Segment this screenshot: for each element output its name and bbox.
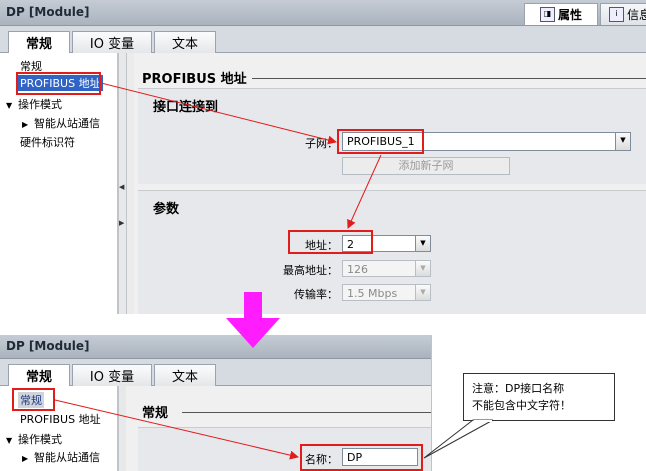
top-inspector-window: DP [Module] ◨ 属性 i 信息 常规 IO 变量 文本 常规 PRO…: [0, 0, 646, 314]
callout-line-1: 注意：DP接口名称: [472, 382, 565, 395]
nav-splitter[interactable]: [118, 386, 126, 471]
section-title: PROFIBUS 地址: [142, 72, 247, 87]
callout-line-2: 不能包含中文字符！: [472, 399, 571, 412]
warning-callout: 注意：DP接口名称 不能包含中文字符！: [463, 373, 615, 421]
tab-io-tags[interactable]: IO 变量: [72, 364, 152, 386]
window-title: DP [Module]: [6, 5, 90, 19]
expand-down-icon[interactable]: ▼: [6, 436, 18, 445]
info-icon: i: [608, 7, 624, 22]
tab-properties-label: 属性: [557, 8, 582, 22]
expand-right-icon[interactable]: ▶: [119, 219, 124, 227]
highest-address-label: 最高地址：: [283, 264, 338, 277]
expand-right-icon[interactable]: ▶: [22, 120, 34, 129]
section-divider: [182, 412, 431, 413]
nav-item-label: 操作模式: [18, 98, 62, 111]
nav-item-label: 智能从站通信: [34, 451, 100, 464]
tab-properties[interactable]: ◨ 属性: [524, 3, 598, 25]
highlight-box-address: [288, 230, 373, 254]
properties-icon: ◨: [539, 7, 555, 22]
nav-item-intelligent-slave[interactable]: ▶ 智能从站通信: [22, 115, 100, 131]
nav-item-profibus-address[interactable]: PROFIBUS 地址: [20, 411, 101, 427]
tab-general[interactable]: 常规: [8, 31, 70, 53]
window-titlebar: DP [Module]: [0, 335, 431, 359]
nav-item-label: 智能从站通信: [34, 117, 100, 130]
tab-info[interactable]: i 信息: [600, 3, 646, 25]
window-title: DP [Module]: [6, 339, 90, 353]
tab-texts[interactable]: 文本: [154, 31, 216, 53]
subnet-label: 子网：: [305, 137, 338, 150]
section-divider: [252, 78, 646, 79]
tab-io-tags[interactable]: IO 变量: [72, 31, 152, 53]
nav-item-operating-mode[interactable]: ▼ 操作模式: [6, 431, 62, 447]
window-titlebar: DP [Module] ◨ 属性 i 信息: [0, 0, 646, 26]
dropdown-arrow-icon: ▼: [415, 260, 431, 277]
nav-item-operating-mode[interactable]: ▼ 操作模式: [6, 96, 62, 112]
highlight-box-name: [300, 444, 423, 471]
nav-splitter[interactable]: ◀ ▶: [118, 53, 126, 314]
expand-right-icon[interactable]: ▶: [22, 454, 34, 463]
dropdown-arrow-icon[interactable]: ▼: [615, 132, 631, 151]
nav-item-label: 操作模式: [18, 433, 62, 446]
dropdown-arrow-icon[interactable]: ▼: [415, 235, 431, 252]
highlight-box-profibus-nav: [16, 72, 101, 95]
tab-texts[interactable]: 文本: [154, 364, 216, 386]
callout-pointer: [423, 419, 494, 459]
tab-info-label: 信息: [626, 8, 646, 22]
highlight-box-subnet: [337, 129, 424, 154]
section-title: 常规: [142, 406, 169, 421]
nav-item-intelligent-slave[interactable]: ▶ 智能从站通信: [22, 449, 100, 465]
add-new-subnet-button[interactable]: 添加新子网: [342, 157, 510, 175]
content-scrollbar[interactable]: [126, 53, 134, 314]
collapse-left-icon[interactable]: ◀: [119, 183, 124, 191]
baud-rate-select: 1.5 Mbps: [342, 284, 416, 301]
tab-general[interactable]: 常规: [8, 364, 70, 386]
highlight-box-general-nav: [12, 388, 55, 411]
dropdown-arrow-icon: ▼: [415, 284, 431, 301]
expand-down-icon[interactable]: ▼: [6, 101, 18, 110]
interface-group-title: 接口连接到: [153, 100, 219, 115]
parameters-group-title: 参数: [153, 202, 180, 217]
nav-item-hw-identifier[interactable]: 硬件标识符: [20, 134, 75, 150]
highest-address-select: 126: [342, 260, 416, 277]
baud-rate-label: 传输率：: [294, 288, 338, 301]
